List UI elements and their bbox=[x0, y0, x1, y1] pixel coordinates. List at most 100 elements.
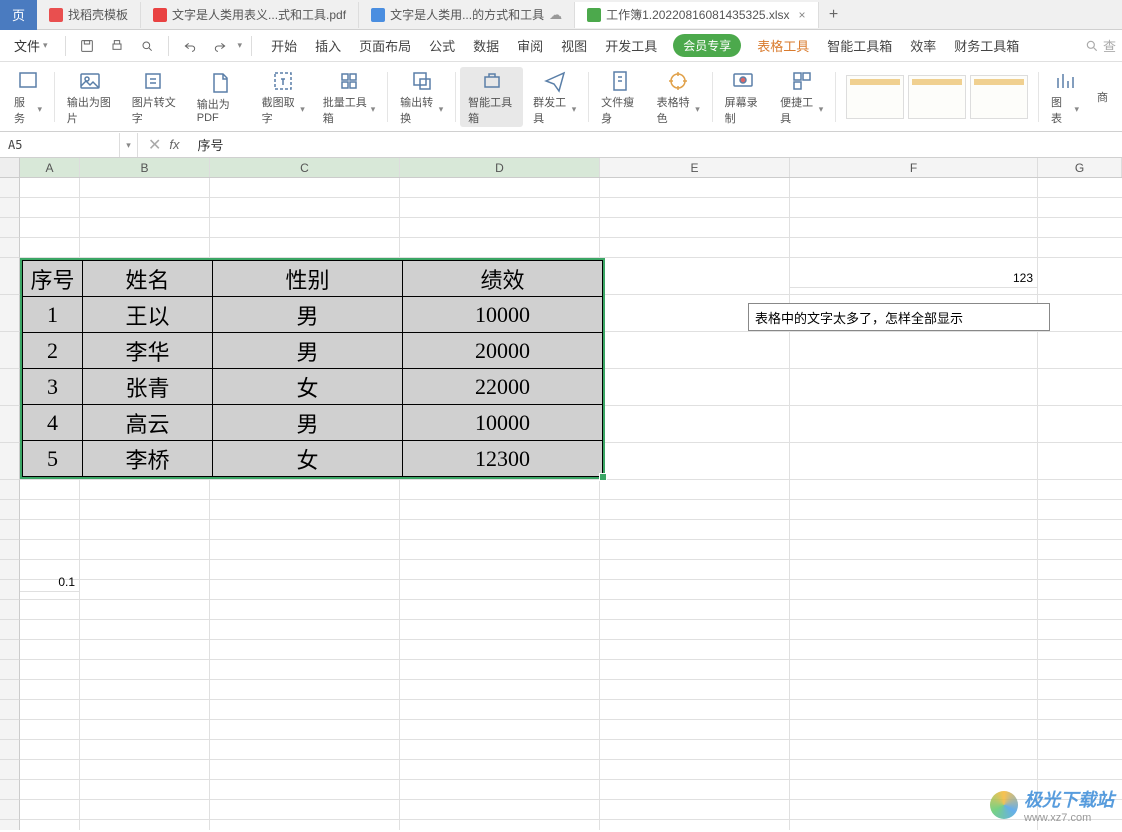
grid-cell[interactable] bbox=[400, 540, 600, 560]
grid-cell[interactable] bbox=[20, 800, 80, 820]
grid-cell[interactable] bbox=[790, 198, 1038, 218]
grid-cell[interactable] bbox=[210, 218, 400, 238]
grid-cell[interactable] bbox=[600, 680, 790, 700]
row-header[interactable] bbox=[0, 198, 20, 218]
grid-cell[interactable] bbox=[80, 238, 210, 258]
grid-cell[interactable] bbox=[790, 540, 1038, 560]
grid-cell[interactable] bbox=[1038, 443, 1122, 480]
grid-cell[interactable] bbox=[1038, 560, 1122, 580]
grid-cell[interactable] bbox=[210, 480, 400, 500]
template-thumb[interactable] bbox=[846, 75, 904, 119]
table-cell[interactable]: 10000 bbox=[403, 405, 603, 441]
row-header[interactable] bbox=[0, 600, 20, 620]
cells-area[interactable]: 序号姓名性别绩效1王以男100002李华男200003张青女220004高云男1… bbox=[20, 178, 1122, 830]
menu-data[interactable]: 数据 bbox=[471, 32, 501, 59]
grid-cell[interactable] bbox=[790, 680, 1038, 700]
grid-cell[interactable] bbox=[790, 369, 1038, 406]
grid-cell[interactable] bbox=[20, 198, 80, 218]
selected-range[interactable]: 序号姓名性别绩效1王以男100002李华男200003张青女220004高云男1… bbox=[20, 258, 605, 479]
grid-cell[interactable] bbox=[400, 760, 600, 780]
row-header[interactable] bbox=[0, 700, 20, 720]
row-header[interactable] bbox=[0, 640, 20, 660]
grid-cell[interactable] bbox=[210, 800, 400, 820]
grid-cell[interactable] bbox=[600, 660, 790, 680]
grid-cell[interactable] bbox=[400, 800, 600, 820]
menu-review[interactable]: 审阅 bbox=[515, 32, 545, 59]
table-cell[interactable]: 女 bbox=[213, 369, 403, 405]
rib-smart-toolbox[interactable]: 智能工具箱 bbox=[460, 67, 523, 127]
cell-f6[interactable]: 123 bbox=[790, 268, 1038, 288]
table-cell[interactable]: 1 bbox=[23, 297, 83, 333]
grid-cell[interactable] bbox=[1038, 620, 1122, 640]
formula-input[interactable] bbox=[190, 137, 1122, 152]
grid-cell[interactable] bbox=[210, 198, 400, 218]
preview-button[interactable] bbox=[135, 34, 159, 58]
col-header-d[interactable]: D bbox=[400, 158, 600, 177]
grid-cell[interactable] bbox=[210, 620, 400, 640]
grid-cell[interactable] bbox=[210, 740, 400, 760]
menu-view[interactable]: 视图 bbox=[559, 32, 589, 59]
table-cell[interactable]: 男 bbox=[213, 297, 403, 333]
row-header[interactable] bbox=[0, 520, 20, 540]
template-gallery[interactable] bbox=[840, 75, 1034, 119]
col-header-b[interactable]: B bbox=[80, 158, 210, 177]
template-thumb[interactable] bbox=[970, 75, 1028, 119]
grid-cell[interactable] bbox=[790, 760, 1038, 780]
grid-cell[interactable] bbox=[1038, 540, 1122, 560]
grid-cell[interactable] bbox=[80, 520, 210, 540]
tab-pdf[interactable]: 文字是人类用表义...式和工具.pdf bbox=[141, 2, 359, 28]
menu-finance[interactable]: 财务工具箱 bbox=[952, 32, 1021, 59]
col-header-f[interactable]: F bbox=[790, 158, 1038, 177]
col-header-a[interactable]: A bbox=[20, 158, 80, 177]
grid-cell[interactable] bbox=[790, 218, 1038, 238]
grid-cell[interactable] bbox=[80, 680, 210, 700]
grid-cell[interactable] bbox=[80, 600, 210, 620]
grid-cell[interactable] bbox=[210, 520, 400, 540]
grid-cell[interactable] bbox=[400, 820, 600, 830]
table-cell[interactable]: 12300 bbox=[403, 441, 603, 477]
grid-cell[interactable] bbox=[790, 580, 1038, 600]
grid-cell[interactable] bbox=[600, 218, 790, 238]
grid-cell[interactable] bbox=[400, 660, 600, 680]
grid-cell[interactable] bbox=[80, 198, 210, 218]
text-note-box[interactable]: 表格中的文字太多了，怎样全部显示 bbox=[748, 303, 1050, 331]
add-tab-button[interactable]: + bbox=[819, 6, 849, 24]
grid-cell[interactable] bbox=[1038, 720, 1122, 740]
grid-cell[interactable] bbox=[600, 480, 790, 500]
table-cell[interactable]: 女 bbox=[213, 441, 403, 477]
grid-cell[interactable] bbox=[210, 600, 400, 620]
grid-cell[interactable] bbox=[1038, 406, 1122, 443]
grid-cell[interactable] bbox=[80, 720, 210, 740]
grid-cell[interactable] bbox=[790, 640, 1038, 660]
table-cell[interactable]: 5 bbox=[23, 441, 83, 477]
grid-cell[interactable] bbox=[20, 680, 80, 700]
rib-output-convert[interactable]: 输出转换▾ bbox=[392, 67, 451, 127]
col-header-c[interactable]: C bbox=[210, 158, 400, 177]
grid-cell[interactable] bbox=[210, 580, 400, 600]
row-header[interactable] bbox=[0, 680, 20, 700]
select-all-corner[interactable] bbox=[0, 158, 20, 177]
grid-cell[interactable] bbox=[210, 660, 400, 680]
menu-layout[interactable]: 页面布局 bbox=[357, 32, 413, 59]
grid-cell[interactable] bbox=[790, 443, 1038, 480]
grid-cell[interactable] bbox=[80, 580, 210, 600]
grid-cell[interactable] bbox=[400, 580, 600, 600]
grid-cell[interactable] bbox=[600, 760, 790, 780]
grid-cell[interactable] bbox=[600, 740, 790, 760]
table-cell[interactable]: 10000 bbox=[403, 297, 603, 333]
row-header[interactable] bbox=[0, 540, 20, 560]
menu-start[interactable]: 开始 bbox=[269, 32, 299, 59]
row-header[interactable] bbox=[0, 780, 20, 800]
grid-cell[interactable] bbox=[600, 540, 790, 560]
grid-cell[interactable] bbox=[790, 480, 1038, 500]
grid-cell[interactable] bbox=[20, 780, 80, 800]
grid-cell[interactable] bbox=[790, 500, 1038, 520]
grid-cell[interactable] bbox=[600, 258, 790, 295]
grid-cell[interactable] bbox=[1038, 198, 1122, 218]
grid-cell[interactable] bbox=[210, 700, 400, 720]
table-cell[interactable]: 22000 bbox=[403, 369, 603, 405]
grid-cell[interactable] bbox=[1038, 680, 1122, 700]
grid-cell[interactable] bbox=[600, 580, 790, 600]
rib-table-features[interactable]: 表格特色▾ bbox=[649, 67, 708, 127]
table-cell[interactable]: 男 bbox=[213, 333, 403, 369]
